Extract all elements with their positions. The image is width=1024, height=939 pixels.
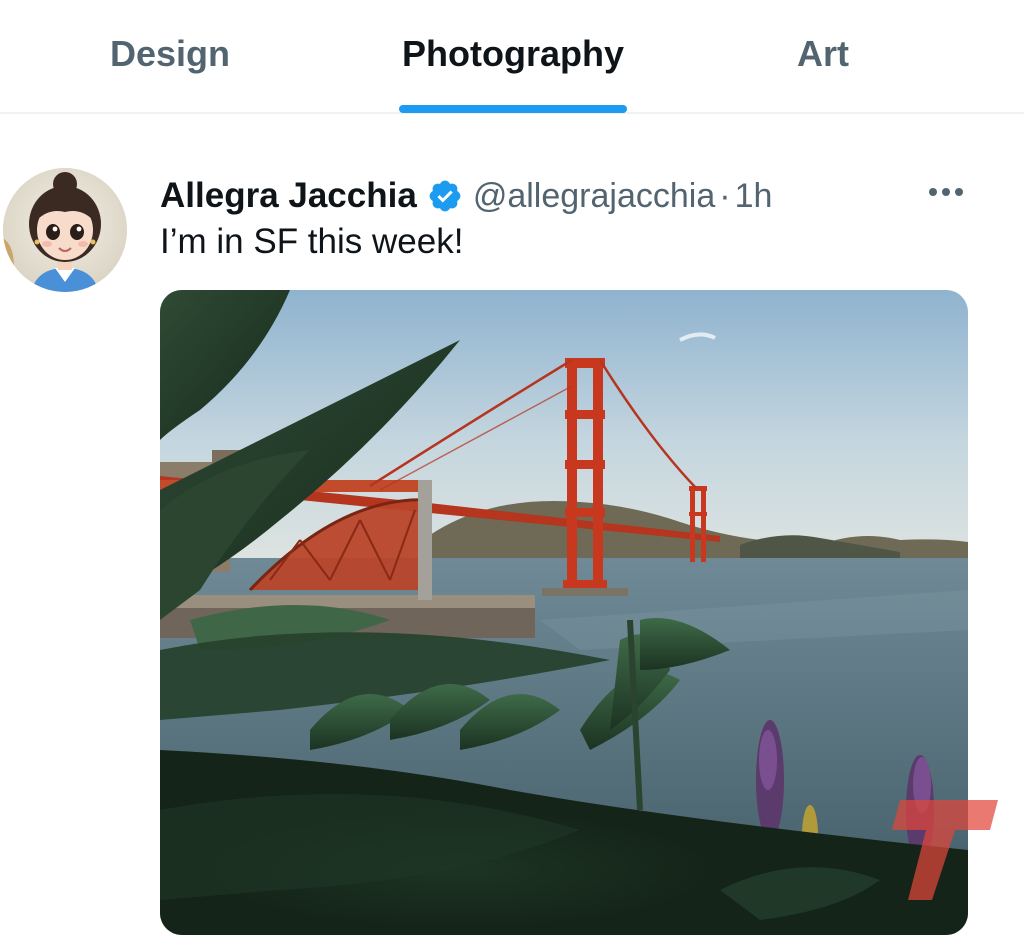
tab-design[interactable]: Design bbox=[100, 0, 240, 112]
author-handle[interactable]: @allegrajacchia bbox=[473, 177, 715, 216]
tab-label: Photography bbox=[402, 33, 624, 74]
tab-label: Design bbox=[109, 33, 231, 74]
post-media-image[interactable] bbox=[160, 290, 968, 935]
active-tab-indicator bbox=[399, 105, 627, 113]
author-name[interactable]: Allegra Jacchia bbox=[160, 176, 417, 216]
tuttotech-logo bbox=[860, 790, 1020, 935]
separator-dot: · bbox=[719, 176, 731, 215]
cartoon-avatar-icon bbox=[3, 168, 127, 292]
tab-bar: Design Photography Art bbox=[0, 0, 1024, 114]
tab-photography[interactable]: Photography bbox=[394, 0, 632, 112]
more-horizontal-icon bbox=[929, 188, 963, 196]
post-timestamp[interactable]: 1h bbox=[735, 177, 773, 216]
avatar[interactable] bbox=[3, 168, 127, 292]
app-root: Design Photography Art Allegra Jacchia @… bbox=[0, 0, 1024, 939]
verified-badge-icon bbox=[427, 178, 463, 214]
post-header: Allegra Jacchia @allegrajacchia · 1h bbox=[160, 170, 772, 222]
tab-label: Art bbox=[797, 33, 849, 74]
post-text: I’m in SF this week! bbox=[160, 222, 464, 261]
more-options-button[interactable] bbox=[920, 172, 972, 212]
golden-gate-bridge-photo bbox=[160, 290, 968, 935]
tab-art[interactable]: Art bbox=[780, 0, 866, 112]
